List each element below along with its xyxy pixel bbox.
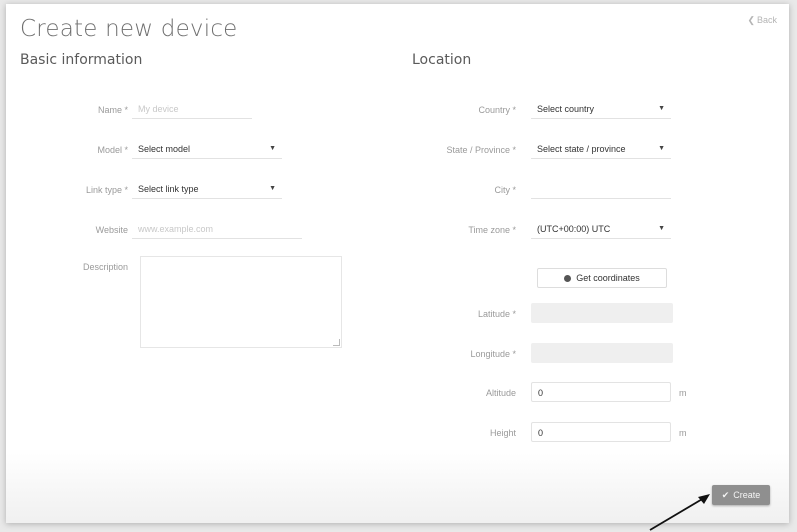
description-textarea[interactable] [140, 256, 342, 348]
name-field[interactable]: My device [132, 99, 252, 119]
caret-down-icon: ▼ [658, 145, 665, 152]
altitude-label: Altitude [485, 388, 516, 398]
caret-down-icon: ▼ [269, 185, 276, 192]
map-marker-icon [564, 275, 572, 282]
get-coordinates-button[interactable]: Get coordinates [537, 268, 667, 288]
link-type-select-value: Select link type [138, 184, 199, 194]
height-input[interactable]: 0 [531, 422, 671, 442]
longitude-label: Longitude * [470, 349, 516, 359]
resize-handle-icon[interactable] [333, 339, 340, 346]
country-label: Country * [478, 105, 516, 115]
altitude-input[interactable]: 0 [531, 382, 671, 402]
chevron-left-icon: ❮ [747, 15, 755, 25]
name-label: Name * [97, 105, 128, 115]
model-select-value: Select model [138, 144, 191, 154]
caret-down-icon: ▼ [269, 145, 276, 152]
website-label: Website [95, 225, 128, 235]
state-select[interactable]: Select state / province ▼ [531, 139, 671, 159]
height-unit: m [679, 428, 687, 438]
description-label: Description [82, 262, 128, 272]
device-form-card: Create new device ❮ Back Basic informatio… [6, 4, 789, 523]
back-label: Back [756, 15, 777, 25]
get-coordinates-label: Get coordinates [576, 273, 640, 283]
state-label: State / Province * [446, 145, 516, 155]
model-label: Model * [97, 145, 128, 155]
basic-information-heading: Basic information [20, 52, 143, 68]
country-select-value: Select country [537, 104, 595, 114]
height-label: Height [489, 428, 516, 438]
create-button[interactable]: ✔ Create [712, 485, 770, 505]
location-heading: Location [412, 52, 472, 68]
country-select[interactable]: Select country ▼ [531, 99, 671, 119]
latitude-field[interactable] [531, 303, 673, 323]
time-zone-select-value: (UTC+00:00) UTC [537, 224, 611, 234]
city-field[interactable] [531, 179, 671, 199]
caret-down-icon: ▼ [658, 105, 665, 112]
pointer-arrow-icon [649, 494, 710, 531]
state-select-value: Select state / province [537, 144, 626, 154]
website-field[interactable]: www.example.com [132, 219, 302, 239]
city-label: City * [494, 185, 516, 195]
create-label: Create [733, 490, 761, 500]
link-type-select[interactable]: Select link type ▼ [132, 179, 282, 199]
caret-down-icon: ▼ [658, 225, 665, 232]
back-link[interactable]: ❮ Back [747, 15, 777, 26]
altitude-unit: m [679, 388, 687, 398]
link-type-label: Link type * [85, 185, 128, 195]
time-zone-select[interactable]: (UTC+00:00) UTC ▼ [531, 219, 671, 239]
page-title: Create new device [20, 16, 238, 42]
latitude-label: Latitude * [477, 309, 516, 319]
check-icon: ✔ [721, 490, 730, 500]
model-select[interactable]: Select model ▼ [132, 139, 282, 159]
longitude-field[interactable] [531, 343, 673, 363]
time-zone-label: Time zone * [468, 225, 516, 235]
